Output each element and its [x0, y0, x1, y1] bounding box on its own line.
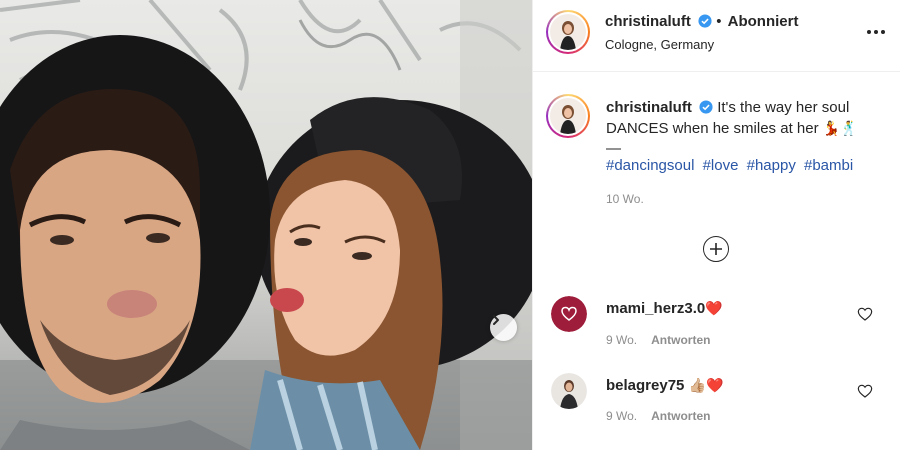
like-heart-icon[interactable] — [857, 383, 873, 399]
hashtag-link[interactable]: #love — [703, 157, 739, 174]
hashtag-list: #dancingsoul #love #happy #bambi — [606, 157, 857, 174]
comment-line: mami_herz3.0❤️ — [606, 300, 723, 317]
more-options-icon[interactable] — [865, 24, 887, 40]
next-photo-button[interactable] — [490, 314, 517, 341]
load-more-comments-button[interactable] — [703, 236, 729, 262]
caption-text: christinaluft It's the way her soul DANC… — [606, 98, 886, 159]
author-username[interactable]: christinaluft — [605, 13, 691, 30]
commenter-username[interactable]: mami_herz3.0 — [606, 300, 705, 317]
commenter-avatar[interactable] — [551, 373, 587, 409]
follow-status-button[interactable]: Abonniert — [728, 13, 799, 30]
comment-line: belagrey75 👍🏼❤️ — [606, 377, 723, 394]
caption-username[interactable]: christinaluft — [606, 99, 692, 116]
commenter-avatar[interactable] — [551, 296, 587, 332]
comment-timestamp[interactable]: 9 Wo. — [606, 409, 637, 423]
comment-timestamp[interactable]: 9 Wo. — [606, 333, 637, 347]
verified-badge-icon — [699, 100, 713, 114]
post-side-panel: christinaluft • Abonniert Cologne, Germa… — [532, 0, 900, 450]
like-heart-icon[interactable] — [857, 306, 873, 322]
commenter-username[interactable]: belagrey75 — [606, 377, 684, 394]
post-location[interactable]: Cologne, Germany — [605, 37, 714, 52]
post-photo[interactable] — [0, 0, 532, 450]
comment-emoji: ❤️ — [705, 300, 723, 316]
comment-item: belagrey75 👍🏼❤️ 9 Wo. Antworten — [533, 372, 900, 432]
verified-badge-icon — [698, 14, 712, 28]
author-avatar[interactable] — [546, 10, 590, 54]
comment-emoji: 👍🏼❤️ — [688, 377, 724, 393]
caption-timestamp[interactable]: 10 Wo. — [606, 192, 644, 206]
comment-item: mami_herz3.0❤️ 9 Wo. Antworten — [533, 295, 900, 355]
hashtag-link[interactable]: #dancingsoul — [606, 157, 694, 174]
hashtag-link[interactable]: #happy — [747, 157, 796, 174]
hashtag-link[interactable]: #bambi — [804, 157, 853, 174]
reply-button[interactable]: Antworten — [651, 409, 710, 423]
comment-meta: 9 Wo. Antworten — [606, 333, 710, 347]
reply-button[interactable]: Antworten — [651, 333, 710, 347]
comment-meta: 9 Wo. Antworten — [606, 409, 710, 423]
plus-circle-icon — [710, 243, 722, 255]
couple-selfie-image — [0, 0, 532, 450]
post-header: christinaluft • Abonniert Cologne, Germa… — [533, 0, 900, 72]
caption-avatar[interactable] — [546, 94, 590, 138]
caption-emojis: 💃🕺 — [822, 120, 858, 136]
author-line: christinaluft • Abonniert — [605, 13, 798, 30]
chevron-right-icon — [493, 315, 499, 325]
caption-divider: — — [606, 140, 621, 157]
separator-dot: • — [716, 13, 722, 30]
